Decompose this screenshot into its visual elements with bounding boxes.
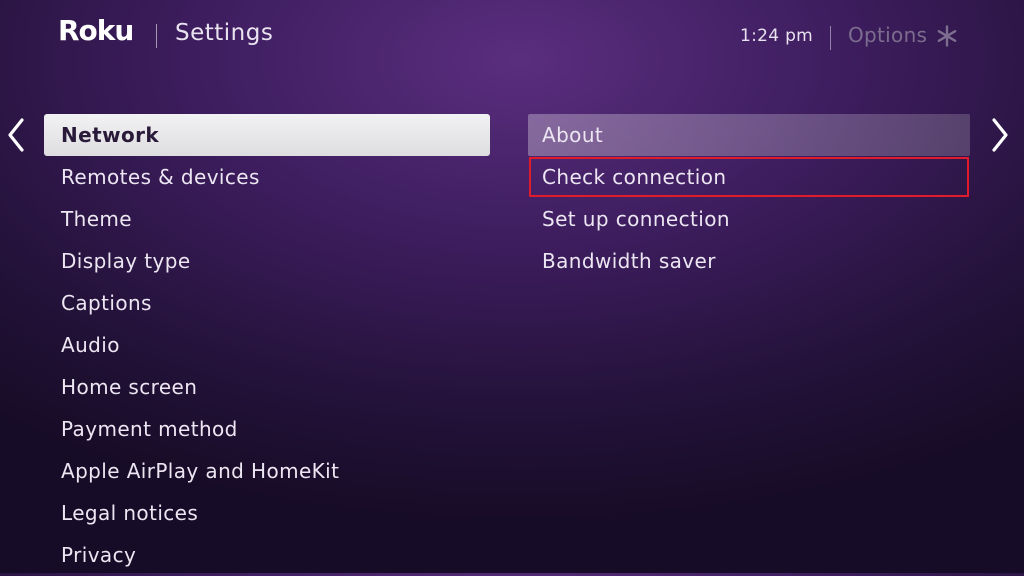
menu-item-privacy[interactable]: Privacy bbox=[44, 534, 490, 576]
menu-item-captions[interactable]: Captions bbox=[44, 282, 490, 324]
settings-menu: Network Remotes & devices Theme Display … bbox=[44, 114, 490, 576]
menu-item-theme[interactable]: Theme bbox=[44, 198, 490, 240]
menu-item-audio[interactable]: Audio bbox=[44, 324, 490, 366]
menu-item-home-screen[interactable]: Home screen bbox=[44, 366, 490, 408]
menu-item-display-type[interactable]: Display type bbox=[44, 240, 490, 282]
submenu-item-about[interactable]: About bbox=[528, 114, 970, 156]
page-title: Settings bbox=[175, 20, 274, 46]
menu-item-legal-notices[interactable]: Legal notices bbox=[44, 492, 490, 534]
menu-item-airplay-homekit[interactable]: Apple AirPlay and HomeKit bbox=[44, 450, 490, 492]
submenu-item-set-up-connection[interactable]: Set up connection bbox=[528, 198, 970, 240]
chevron-left-icon[interactable] bbox=[6, 117, 26, 153]
header-divider bbox=[156, 24, 157, 48]
clock-time: 1:24 pm bbox=[740, 26, 814, 46]
roku-logo: Roku bbox=[58, 14, 134, 47]
options-label[interactable]: Options bbox=[848, 23, 927, 47]
header-bar: Roku Settings 1:24 pm Options bbox=[0, 0, 1024, 80]
chevron-right-icon[interactable] bbox=[990, 117, 1010, 153]
asterisk-icon[interactable] bbox=[936, 25, 958, 47]
header-divider-right bbox=[830, 26, 831, 50]
menu-item-remotes-devices[interactable]: Remotes & devices bbox=[44, 156, 490, 198]
submenu-item-check-connection[interactable]: Check connection bbox=[528, 156, 970, 198]
submenu-item-bandwidth-saver[interactable]: Bandwidth saver bbox=[528, 240, 970, 282]
menu-item-network[interactable]: Network bbox=[44, 114, 490, 156]
menu-item-payment-method[interactable]: Payment method bbox=[44, 408, 490, 450]
network-submenu: About Check connection Set up connection… bbox=[528, 114, 970, 282]
